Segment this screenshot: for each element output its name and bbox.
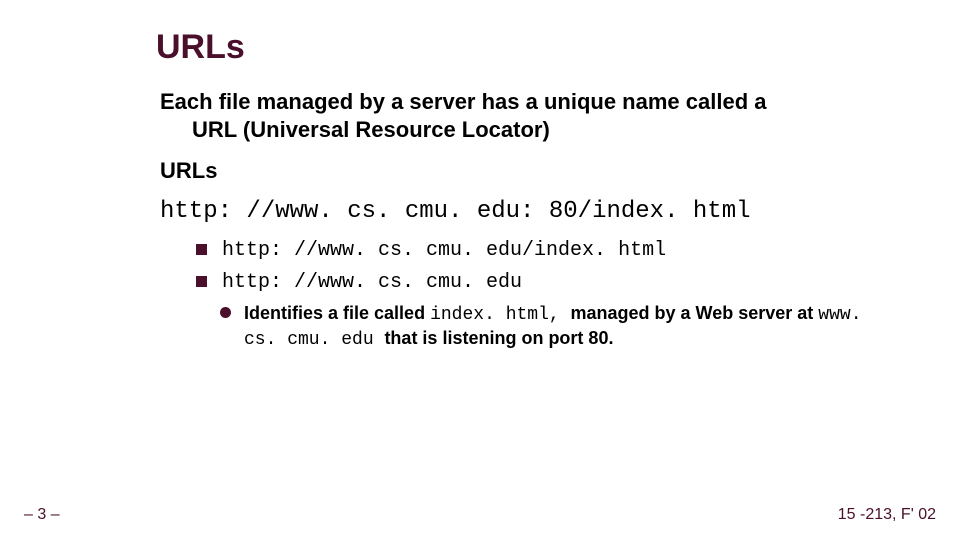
- subheading: URLs: [160, 158, 217, 184]
- list-item: http: //www. cs. cmu. edu/index. html: [196, 238, 876, 264]
- list-item: http: //www. cs. cmu. edu: [196, 270, 876, 296]
- intro-line-1: Each file managed by a server has a uniq…: [160, 89, 766, 114]
- slide: URLs Each file managed by a server has a…: [0, 0, 960, 540]
- course-label: 15 -213, F' 02: [838, 506, 936, 524]
- sub-list-item: Identifies a file called index. html, ma…: [220, 302, 876, 353]
- sub-bullet-text: managed by a Web server at: [571, 303, 819, 323]
- sub-bullet-text: Identifies a file called: [244, 303, 430, 323]
- slide-number: – 3 –: [24, 506, 60, 524]
- intro-text: Each file managed by a server has a uniq…: [160, 88, 880, 143]
- main-url-example: http: //www. cs. cmu. edu: 80/index. htm…: [160, 198, 751, 225]
- bullet-list: http: //www. cs. cmu. edu/index. html ht…: [196, 238, 876, 353]
- slide-title: URLs: [156, 28, 245, 67]
- intro-line-2: URL (Universal Resource Locator): [160, 116, 880, 144]
- sub-bullet-text: that is listening on port 80.: [384, 328, 613, 348]
- code-text: index. html,: [430, 305, 570, 325]
